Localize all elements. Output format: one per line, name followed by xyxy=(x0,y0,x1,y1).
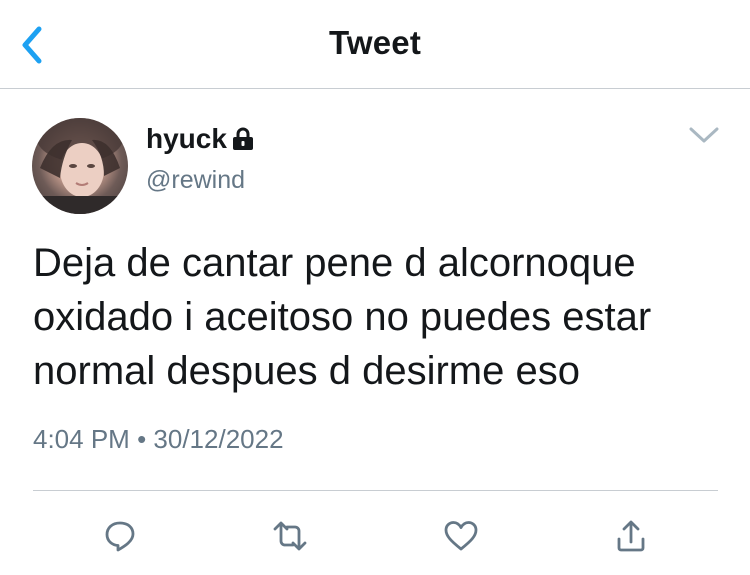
tweet-text-line: Deja de cantar pene d alcornoque xyxy=(33,241,636,285)
tweet-text-line: oxidado i aceitoso no puedes estar xyxy=(33,295,652,339)
share-icon xyxy=(617,520,645,552)
page-title: Tweet xyxy=(328,24,422,61)
retweet-icon xyxy=(273,521,307,551)
tweet-time: 4:04 PM xyxy=(33,424,130,454)
reply-button[interactable] xyxy=(100,516,140,556)
tweet-text: Deja de cantar pene d alcornoque oxidado… xyxy=(33,236,723,398)
divider xyxy=(33,490,718,491)
display-name-text: hyuck xyxy=(146,123,227,154)
retweet-button[interactable] xyxy=(270,516,310,556)
tweet-timestamp: 4:04 PM • 30/12/2022 xyxy=(33,424,284,455)
author-display-name[interactable]: hyuck xyxy=(146,123,254,155)
more-options-button[interactable] xyxy=(686,122,722,148)
meta-separator: • xyxy=(137,424,147,454)
share-button[interactable] xyxy=(611,516,651,556)
like-button[interactable] xyxy=(441,516,481,556)
reply-icon xyxy=(105,521,135,552)
tweet-date: 30/12/2022 xyxy=(153,424,284,454)
lock-icon xyxy=(232,127,254,151)
tweet-text-line: normal despues d desirme eso xyxy=(33,349,580,393)
top-nav-bar: Tweet xyxy=(0,0,750,89)
avatar[interactable] xyxy=(32,118,128,214)
heart-icon xyxy=(444,521,478,551)
author-handle[interactable]: @rewind xyxy=(146,166,245,195)
avatar-image xyxy=(32,118,128,214)
chevron-down-icon xyxy=(689,127,719,143)
